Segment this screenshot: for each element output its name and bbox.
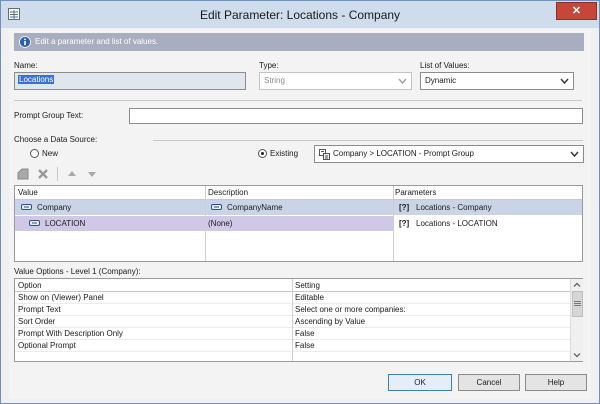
column-header-setting[interactable]: Setting [295,281,320,290]
chevron-up-icon[interactable] [573,281,581,289]
lov-label: List of Values: [420,61,470,70]
divider [153,140,583,141]
delete-icon[interactable] [36,167,50,181]
name-input[interactable]: Locations [14,72,246,90]
row-parameters: Locations - LOCATION [416,219,498,228]
table-row[interactable]: Company CompanyName [?] Locations - Comp… [15,200,582,215]
title-bar[interactable]: Edit Parameter: Locations - Company ✕ [1,1,599,28]
cancel-button[interactable]: Cancel [458,374,520,391]
lov-select[interactable]: Dynamic [420,72,574,90]
option-name: Optional Prompt [18,341,76,350]
param-icon: [?] [399,219,410,228]
option-name: Prompt Text [18,305,61,314]
type-label: Type: [259,61,279,70]
field-icon [211,204,222,210]
info-text: Edit a parameter and list of values. [35,37,159,46]
column-header-description[interactable]: Description [208,188,248,197]
window-title: Edit Parameter: Locations - Company [199,8,401,22]
existing-source-value: Company > LOCATION - Prompt Group [333,149,475,158]
column-separator [205,186,206,261]
option-setting: Editable [295,293,324,302]
values-grid-header: Value Description Parameters [15,186,582,200]
move-down-icon[interactable] [85,167,99,181]
grip-icon [574,301,581,306]
info-icon [19,36,31,48]
radio-existing[interactable] [258,149,267,158]
option-setting: False [295,329,315,338]
field-icon [21,204,32,210]
option-name: Show on (Viewer) Panel [18,293,104,302]
table-row[interactable]: LOCATION (None) [?] Locations - LOCATION [15,216,582,231]
data-source-label: Choose a Data Source: [14,135,98,144]
prompt-group-input[interactable] [129,108,583,124]
close-icon: ✕ [571,5,582,17]
divider [14,100,582,101]
field-icon [29,220,40,226]
name-value: Locations [18,75,55,84]
option-setting: Select one or more companies: [295,305,406,314]
prompt-group-icon [319,149,330,160]
type-value: String [264,76,285,85]
row-value: LOCATION [45,219,86,228]
chevron-down-icon [398,78,407,85]
info-bar: Edit a parameter and list of values. [14,33,584,51]
help-button[interactable]: Help [525,374,587,391]
value-options-grid: Option Setting Show on (Viewer) Panel Ed… [14,278,583,362]
dialog-window: Edit Parameter: Locations - Company ✕ Ed… [0,0,600,404]
dialog-body: Edit a parameter and list of values. Nam… [9,29,591,399]
table-row[interactable]: Optional Prompt False [15,339,571,352]
radio-new[interactable] [30,149,39,158]
toolbar-separator [57,167,58,181]
row-description: CompanyName [227,203,283,212]
prompt-group-label: Prompt Group Text: [14,111,84,120]
option-name: Prompt With Description Only [18,329,123,338]
row-description: (None) [208,219,233,228]
ok-button[interactable]: OK [388,374,452,391]
value-options-label: Value Options - Level 1 (Company): [14,267,141,276]
values-grid: Value Description Parameters Company Com… [14,185,583,262]
lov-value: Dynamic [425,76,457,85]
column-header-option[interactable]: Option [18,281,42,290]
row-parameters: Locations - Company [416,203,492,212]
options-scrollbar[interactable] [570,279,583,361]
existing-source-select[interactable]: Company > LOCATION - Prompt Group [314,145,584,163]
radio-new-label: New [42,149,59,158]
add-icon[interactable] [16,167,30,181]
radio-existing-label: Existing [270,149,299,158]
scrollbar-thumb[interactable] [572,291,583,317]
close-button[interactable]: ✕ [556,2,597,20]
row-value: Company [37,203,72,212]
column-header-parameters[interactable]: Parameters [395,188,436,197]
param-icon: [?] [399,203,410,212]
column-header-value[interactable]: Value [18,188,38,197]
chevron-down-icon [560,78,569,85]
move-up-icon[interactable] [65,167,79,181]
chevron-down-icon [570,151,579,158]
column-separator [292,279,293,361]
option-name: Sort Order [18,317,56,326]
option-setting: Ascending by Value [295,317,366,326]
option-setting: False [295,341,315,350]
name-label: Name: [14,61,38,70]
chevron-down-icon[interactable] [573,351,581,359]
column-separator [393,186,394,261]
type-select[interactable]: String [259,72,412,90]
